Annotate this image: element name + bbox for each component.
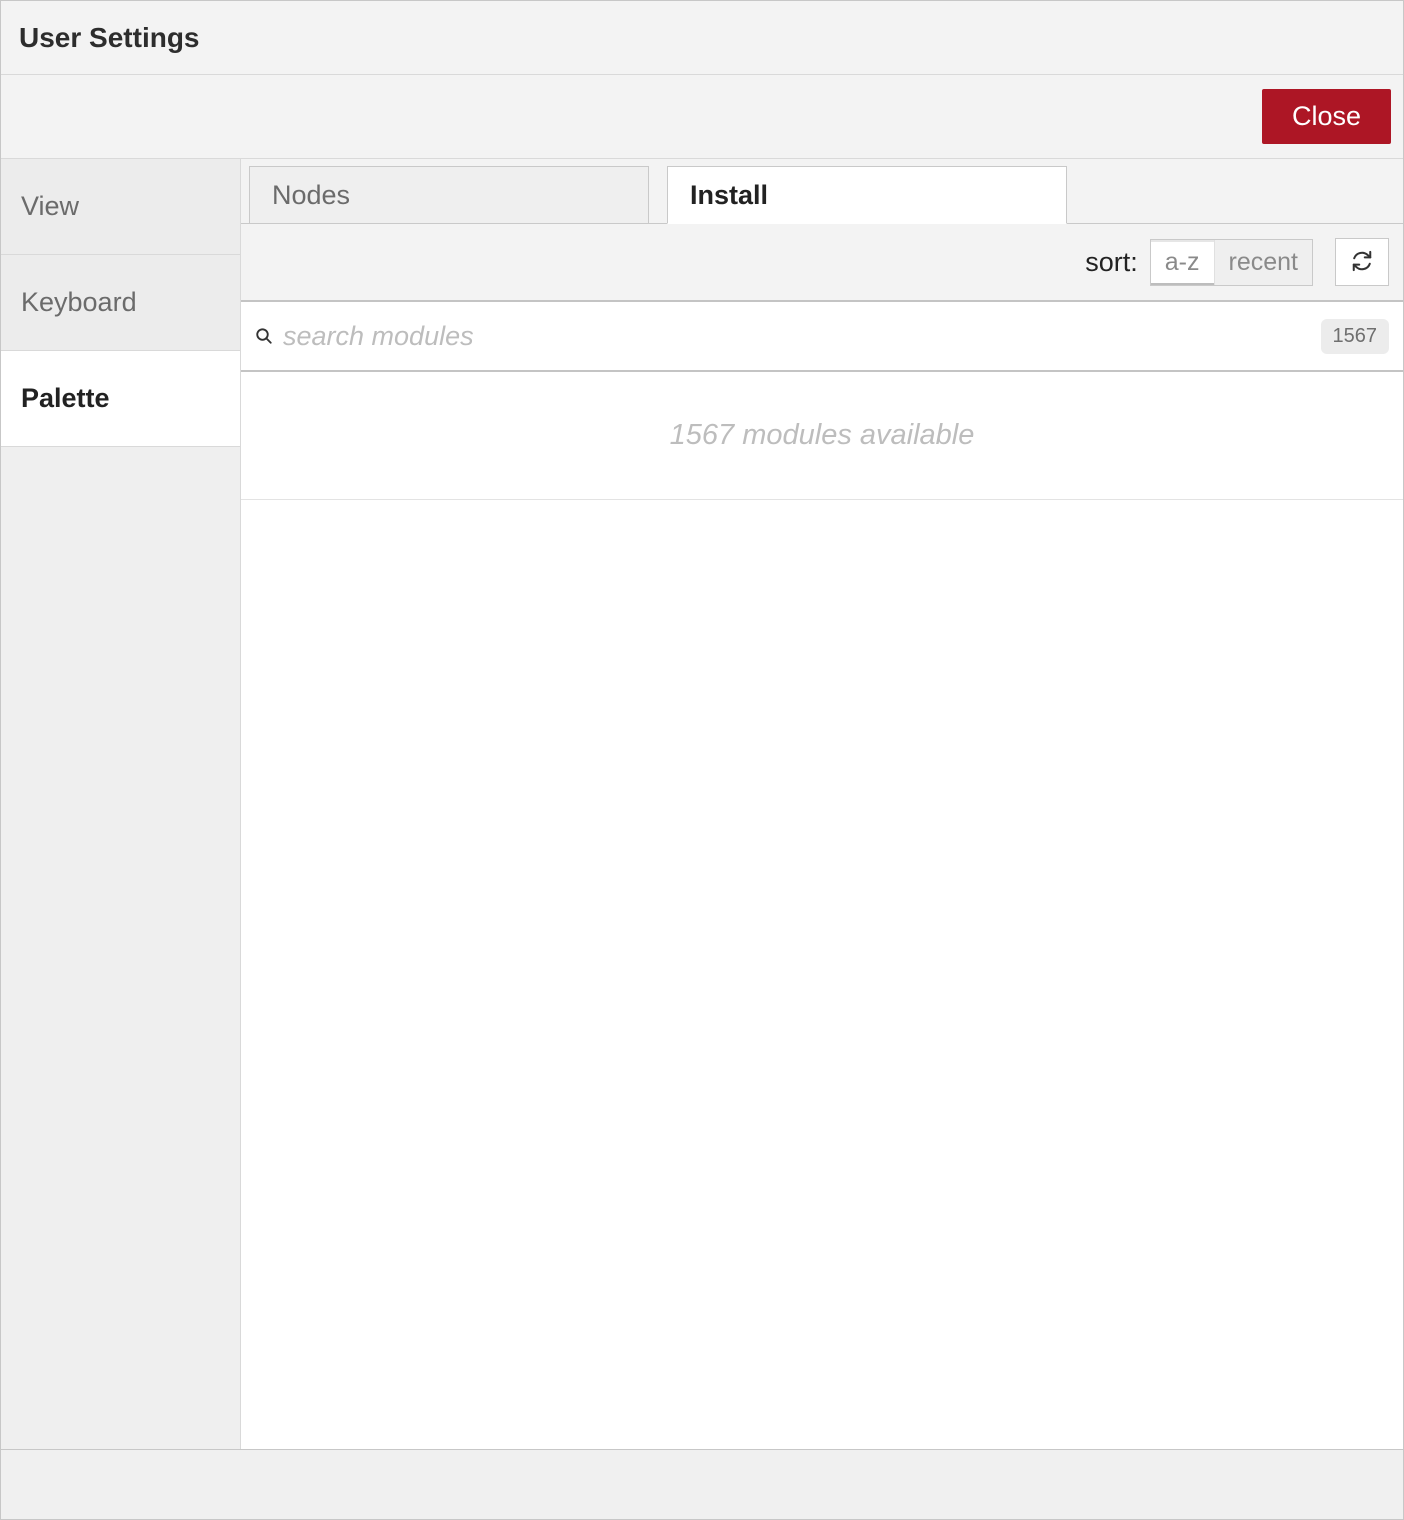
tab-label: Install: [690, 180, 768, 211]
status-row: 1567 modules available: [241, 372, 1403, 500]
refresh-button[interactable]: [1335, 238, 1389, 286]
sidebar-item-palette[interactable]: Palette: [1, 351, 240, 447]
search-bar: 1567: [241, 302, 1403, 372]
sidebar: View Keyboard Palette: [1, 159, 241, 1449]
tab-install[interactable]: Install: [667, 166, 1067, 224]
status-text: 1567 modules available: [670, 419, 975, 452]
module-list: [241, 500, 1403, 1449]
sort-option-recent[interactable]: recent: [1214, 240, 1312, 285]
body: View Keyboard Palette Nodes Install sort…: [1, 159, 1403, 1449]
sidebar-item-label: Keyboard: [21, 287, 137, 318]
search-icon: [255, 327, 273, 345]
sidebar-item-label: Palette: [21, 383, 110, 414]
sidebar-item-label: View: [21, 191, 79, 222]
sidebar-item-keyboard[interactable]: Keyboard: [1, 255, 240, 351]
refresh-icon: [1351, 250, 1373, 275]
tab-nodes[interactable]: Nodes: [249, 166, 649, 224]
tabs: Nodes Install: [241, 159, 1403, 224]
window-title: User Settings: [19, 22, 200, 54]
toolbar: Close: [1, 75, 1403, 159]
tab-label: Nodes: [272, 180, 350, 211]
settings-window: User Settings Close View Keyboard Palett…: [0, 0, 1404, 1520]
sort-option-az[interactable]: a-z: [1151, 240, 1214, 285]
sort-label: sort:: [1085, 247, 1138, 278]
close-button[interactable]: Close: [1262, 89, 1391, 144]
footer: [1, 1449, 1403, 1519]
sort-group: a-z recent: [1150, 239, 1313, 286]
main-panel: Nodes Install sort: a-z recent: [241, 159, 1403, 1449]
sort-bar: sort: a-z recent: [241, 224, 1403, 302]
titlebar: User Settings: [1, 1, 1403, 75]
search-input[interactable]: [283, 321, 1311, 352]
module-count-badge: 1567: [1321, 319, 1390, 354]
sidebar-item-view[interactable]: View: [1, 159, 240, 255]
